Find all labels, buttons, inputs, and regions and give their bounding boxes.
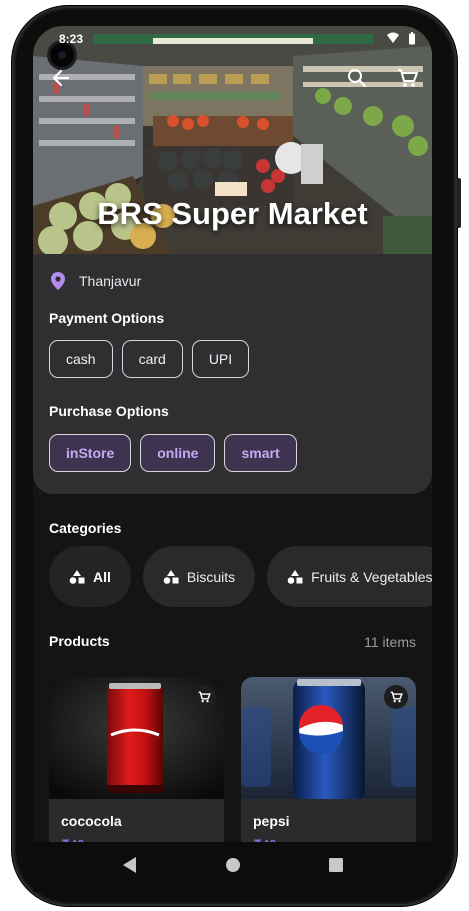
location-text: Thanjavur <box>79 273 142 289</box>
category-label: All <box>93 568 111 585</box>
category-label: Biscuits <box>186 568 236 585</box>
add-to-cart-icon[interactable] <box>384 685 408 709</box>
category-fruits-vegetables[interactable]: Fruits & Vegetables <box>267 546 432 607</box>
products-label: Products <box>49 633 110 649</box>
category-all[interactable]: All <box>49 546 131 607</box>
category-shapes-icon <box>287 569 303 584</box>
store-name: BRS Super Market <box>97 196 368 231</box>
location-pin-icon <box>51 272 65 290</box>
category-shapes-icon <box>69 569 85 584</box>
payment-chip-upi[interactable]: UPI <box>191 340 250 378</box>
store-hero-image: 8:23 BRS Super Market <box>33 26 432 254</box>
status-time: 8:23 <box>59 32 84 46</box>
store-location: Thanjavur <box>51 272 141 290</box>
back-arrow-icon[interactable] <box>51 68 71 94</box>
add-to-cart-icon[interactable] <box>192 685 216 709</box>
product-name: pepsi <box>253 813 290 829</box>
wifi-icon <box>386 32 400 48</box>
store-info-card: Thanjavur Payment Options cash card UPI … <box>33 254 432 494</box>
category-biscuits[interactable]: Biscuits <box>142 546 256 607</box>
payment-chip-cash[interactable]: cash <box>49 340 113 378</box>
product-card-cococola[interactable]: cococola ₹40 <box>49 677 224 867</box>
purchase-chip-instore[interactable]: inStore <box>49 434 132 472</box>
status-bar: 8:23 <box>33 30 432 48</box>
nav-recents-icon[interactable] <box>328 857 343 877</box>
system-nav-bar <box>33 842 432 892</box>
cart-icon[interactable] <box>397 68 419 94</box>
category-label: Fruits & Vegetables <box>311 568 432 585</box>
category-shapes-icon <box>163 569 179 584</box>
purchase-options-label: Purchase Options <box>49 403 169 419</box>
purchase-chip-online[interactable]: online <box>140 434 216 472</box>
nav-back-icon[interactable] <box>122 856 137 878</box>
products-count: 11 items <box>364 634 416 650</box>
payment-chip-card[interactable]: card <box>121 340 183 378</box>
power-button <box>457 178 461 228</box>
purchase-chip-smart[interactable]: smart <box>224 434 297 472</box>
payment-options-label: Payment Options <box>49 310 165 326</box>
battery-icon <box>408 32 416 48</box>
search-icon[interactable] <box>347 68 367 94</box>
payment-options-row: cash card UPI <box>49 340 250 378</box>
nav-home-icon[interactable] <box>225 857 241 878</box>
categories-label: Categories <box>49 520 122 536</box>
app-screen: 8:23 BRS Super Market Thanjavur Payment … <box>33 26 432 882</box>
category-list: All Biscuits Fruits & Vegetables <box>49 546 432 607</box>
product-card-pepsi[interactable]: pepsi ₹40 <box>241 677 416 867</box>
purchase-options-row: inStore online smart <box>49 434 297 472</box>
product-name: cococola <box>61 813 122 829</box>
